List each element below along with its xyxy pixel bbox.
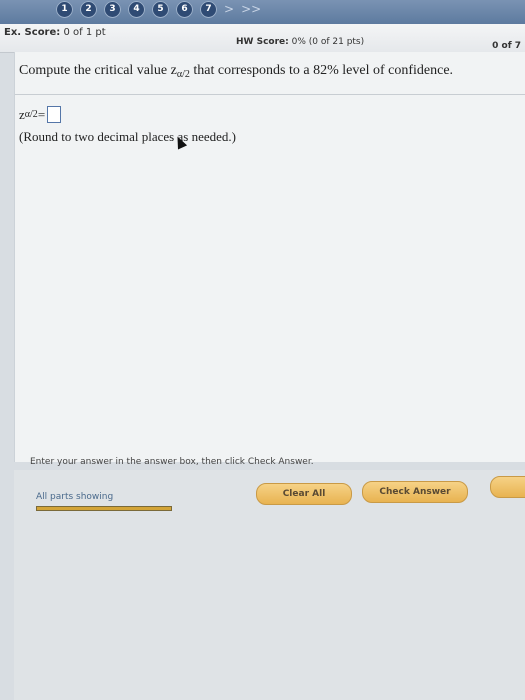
question-text: Compute the critical value zα/2 that cor… (19, 63, 453, 80)
answer-input[interactable] (47, 106, 62, 123)
question-subscript: α/2 (176, 69, 190, 80)
question-nav: 1 2 3 4 5 6 7 > >> (56, 0, 261, 18)
question-6-button[interactable]: 6 (176, 0, 193, 18)
last-arrow-icon[interactable]: >> (241, 2, 261, 16)
question-prefix: Compute the critical value z (19, 63, 177, 78)
parts-progress-bar (36, 506, 172, 511)
homework-score-label: HW Score: (236, 37, 289, 47)
question-4-button[interactable]: 4 (128, 0, 145, 18)
question-nav-bar: 1 2 3 4 5 6 7 > >> (0, 0, 525, 24)
homework-score-value: 0% (0 of 21 pts) (291, 37, 365, 47)
question-panel: Compute the critical value zα/2 that cor… (14, 52, 525, 462)
answer-subscript: α/2 (24, 109, 38, 120)
question-progress: 0 of 7 (492, 41, 521, 51)
question-7-button[interactable]: 7 (200, 0, 217, 18)
question-3-button[interactable]: 3 (104, 0, 121, 18)
question-5-button[interactable]: 5 (152, 0, 169, 18)
divider (15, 94, 525, 95)
question-2-button[interactable]: 2 (80, 0, 97, 18)
exercise-score-label: Ex. Score: (4, 27, 61, 38)
exercise-score-value: 0 of 1 pt (63, 27, 106, 38)
next-arrow-icon[interactable]: > (224, 2, 234, 16)
next-question-button[interactable] (490, 476, 525, 498)
rounding-hint: (Round to two decimal places as needed.) (19, 129, 236, 144)
check-answer-button[interactable]: Check Answer (362, 481, 468, 503)
clear-all-button[interactable]: Clear All (256, 483, 352, 505)
footer-panel: All parts showing Clear All Check Answer (14, 470, 525, 700)
all-parts-showing-label: All parts showing (36, 492, 114, 502)
score-bar: Ex. Score: 0 of 1 pt HW Score: 0% (0 of … (0, 24, 525, 53)
instructions-text: Enter your answer in the answer box, the… (30, 457, 314, 467)
answer-line: z α/2 = (19, 106, 62, 123)
question-suffix: that corresponds to a 82% level of confi… (189, 63, 454, 78)
answer-equals: = (37, 106, 46, 122)
homework-score: HW Score: 0% (0 of 21 pts) (236, 37, 364, 47)
question-1-button[interactable]: 1 (56, 0, 73, 18)
exercise-score: Ex. Score: 0 of 1 pt (4, 27, 106, 38)
